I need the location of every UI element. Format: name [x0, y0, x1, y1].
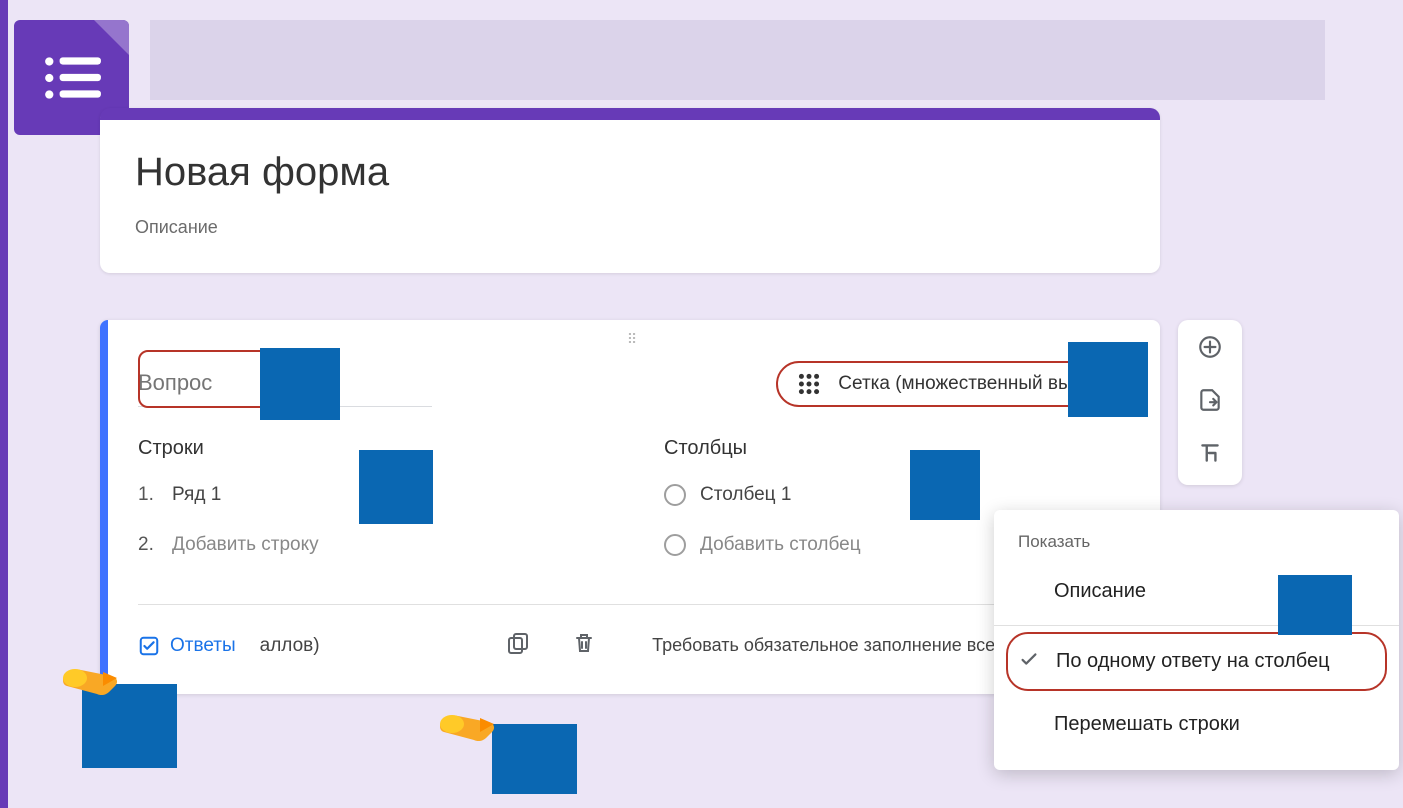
add-title-button[interactable] [1197, 440, 1223, 471]
annotation-block [1278, 575, 1352, 635]
check-square-icon [138, 635, 160, 657]
menu-item-label: Перемешать строки [1054, 713, 1240, 736]
form-description[interactable]: Описание [135, 217, 1125, 238]
require-label: Требовать обязательное заполнение всех с… [652, 635, 1046, 656]
menu-item-label: По одному ответу на столбец [1056, 650, 1330, 673]
points-text: аллов) [260, 635, 320, 657]
grid-icon [796, 371, 822, 397]
add-row-button[interactable]: 2. Добавить строку [138, 534, 604, 556]
answers-button[interactable]: Ответы [138, 635, 236, 657]
add-col-label: Добавить столбец [700, 534, 861, 556]
side-toolbar [1178, 320, 1242, 485]
annotation-block [1068, 342, 1148, 417]
text-icon [1197, 440, 1223, 466]
trash-icon [572, 631, 596, 655]
answers-label: Ответы [170, 635, 236, 657]
form-header-card[interactable]: Новая форма Описание [100, 108, 1160, 273]
add-question-button[interactable] [1197, 334, 1223, 365]
top-band [150, 20, 1325, 100]
delete-button[interactable] [566, 625, 602, 666]
annotation-block [492, 724, 577, 794]
copy-icon [506, 631, 530, 655]
form-title[interactable]: Новая форма [135, 150, 1125, 195]
cols-title: Столбцы [664, 437, 1130, 460]
plus-circle-icon [1197, 334, 1223, 360]
annotation-block [359, 450, 433, 524]
question-footer: Ответы аллов) Требовать обязательное зап… [138, 604, 1130, 666]
left-stripe [0, 0, 8, 808]
radio-icon [664, 484, 686, 506]
import-icon [1197, 387, 1223, 413]
import-button[interactable] [1197, 387, 1223, 418]
annotation-block [260, 348, 340, 420]
menu-header: Показать [994, 528, 1399, 564]
col-label[interactable]: Столбец 1 [700, 484, 791, 506]
pointer-hand-icon [55, 652, 125, 707]
row-label[interactable]: Ряд 1 [172, 484, 221, 506]
row-number: 1. [138, 484, 158, 506]
list-icon [41, 53, 103, 103]
logo-fold [94, 20, 129, 55]
drag-handle-icon[interactable]: ⠿ [138, 331, 1130, 348]
col-item[interactable]: Столбец 1 [664, 484, 1130, 506]
radio-icon [664, 534, 686, 556]
annotation-block [910, 450, 980, 520]
pointer-hand-icon [432, 698, 502, 753]
menu-item-label: Описание [1054, 580, 1146, 603]
check-icon [1018, 648, 1040, 676]
options-menu: Показать Описание По одному ответу на ст… [994, 510, 1399, 770]
duplicate-button[interactable] [500, 625, 536, 666]
menu-item-one-per-column[interactable]: По одному ответу на столбец [1006, 632, 1387, 691]
row-number: 2. [138, 534, 158, 556]
add-row-label: Добавить строку [172, 534, 319, 556]
menu-item-shuffle[interactable]: Перемешать строки [994, 697, 1399, 752]
